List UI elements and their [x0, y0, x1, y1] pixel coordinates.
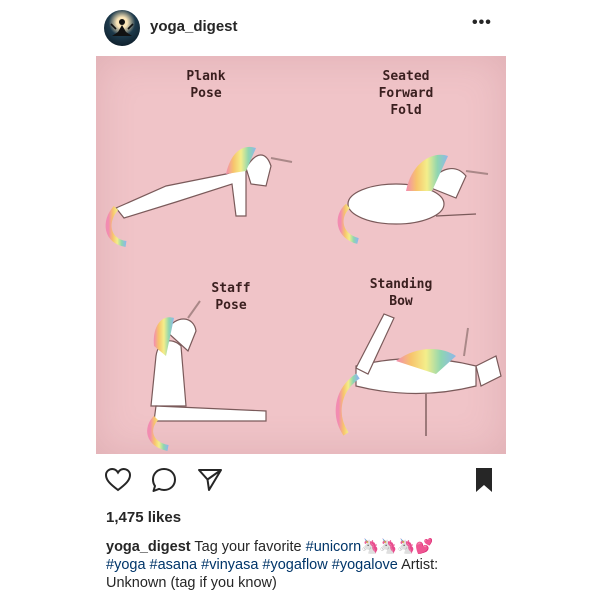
hashtag-yogaflow[interactable]: #yogaflow	[262, 557, 327, 573]
pose-label-standing-bow: Standing Bow	[369, 277, 433, 309]
post-caption: yoga_digest Tag your favorite #unicorn🦄🦄…	[106, 538, 496, 592]
hashtag-vinyasa[interactable]: #vinyasa	[201, 557, 258, 573]
share-icon[interactable]	[196, 466, 224, 494]
meditation-silhouette-icon	[110, 19, 134, 36]
caption-text: Tag your favorite	[194, 539, 302, 555]
hashtag-yoga[interactable]: #yoga	[106, 557, 146, 573]
plank-unicorn	[105, 146, 293, 247]
post-image[interactable]: Plank Pose Seated Forward Fold Staff Pos…	[96, 56, 506, 454]
heart-icon[interactable]	[104, 466, 132, 494]
pose-label-staff: Staff Pose	[211, 281, 251, 313]
staff-pose-unicorn	[147, 300, 267, 451]
comment-icon[interactable]	[150, 466, 178, 494]
hashtag-unicorn[interactable]: #unicorn	[306, 539, 362, 555]
avatar[interactable]	[104, 10, 140, 46]
hashtag-yogalove[interactable]: #yogalove	[332, 557, 398, 573]
more-options-icon[interactable]: •••	[472, 14, 492, 32]
pose-label-seated-forward-fold: Seated Forward Fold	[378, 69, 434, 118]
standing-bow-unicorn	[335, 313, 502, 436]
pose-label-plank: Plank Pose	[186, 69, 226, 101]
post-username[interactable]: yoga_digest	[150, 18, 238, 35]
likes-count[interactable]: 1,475 likes	[106, 509, 181, 526]
caption-username[interactable]: yoga_digest	[106, 539, 191, 555]
post-actions	[104, 466, 496, 496]
caption-emojis: 🦄🦄🦄💕	[361, 539, 434, 555]
hashtag-asana[interactable]: #asana	[150, 557, 198, 573]
post-header: yoga_digest •••	[0, 0, 600, 56]
seated-forward-fold-unicorn	[337, 154, 489, 244]
bookmark-icon[interactable]	[470, 466, 498, 494]
